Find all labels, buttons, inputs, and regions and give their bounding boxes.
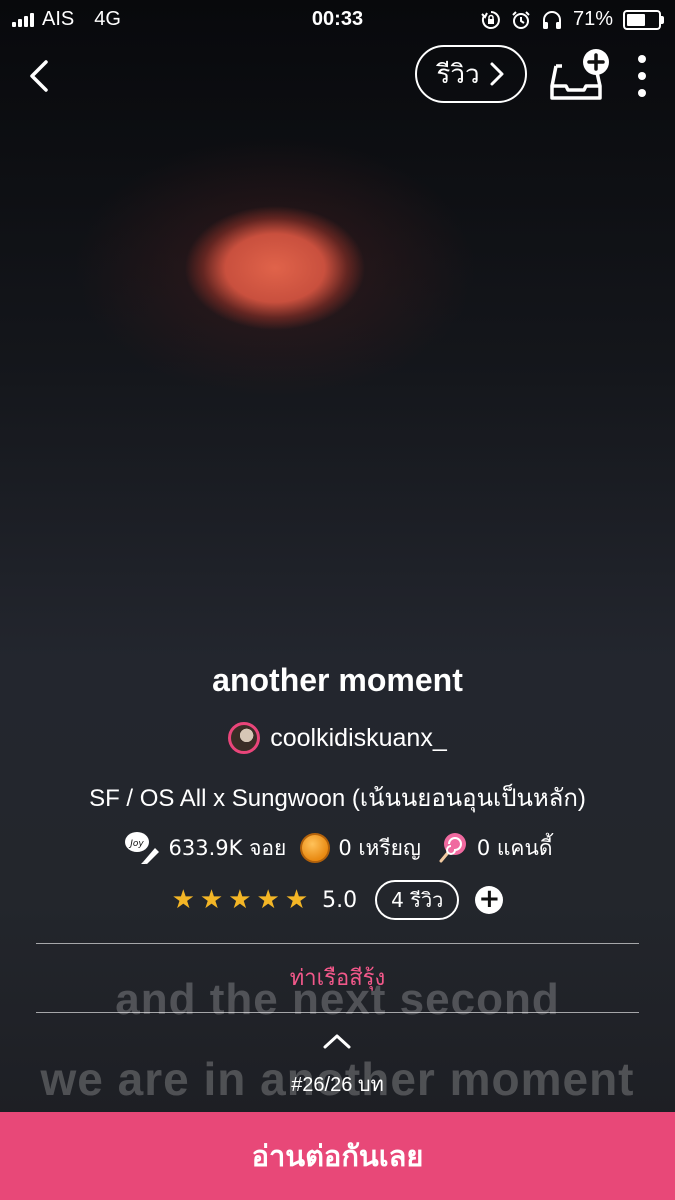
orientation-lock-icon [481,10,500,29]
rating-row: ★ ★ ★ ★ ★ 5.0 4 รีวิว + [0,880,675,920]
star-icon: ★ [171,885,195,915]
reads-count: 633.9K จอย [168,835,287,860]
add-to-library-icon[interactable] [548,46,612,102]
continue-reading-button[interactable]: อ่านต่อกันเลย [0,1112,675,1200]
coins-count: 0 เหรียญ [338,835,421,860]
joy-read-icon: Joy [124,832,159,864]
publisher-link[interactable]: ท่าเรือสีรุ้ง [0,960,675,995]
lollipop-icon [439,833,466,863]
headphones-icon [542,10,561,29]
battery-icon [623,9,664,30]
review-button-label: รีวิว [436,59,480,90]
review-count-button[interactable]: 4 รีวิว [375,880,460,920]
story-title: another moment [212,662,463,698]
review-button[interactable]: รีวิว [415,45,527,103]
continue-reading-label: อ่านต่อกันเลย [251,1139,424,1173]
star-icon: ★ [199,885,224,915]
svg-text:Joy: Joy [128,839,144,849]
divider-top [36,943,639,944]
add-review-icon[interactable]: + [475,886,504,914]
candies-stat: 0 แคนดี้ [435,831,553,865]
alarm-icon [512,10,530,29]
story-stats: Joy 633.9K จอย 0 เหรียญ 0 แคนดี้ [0,830,675,866]
coin-icon [300,833,331,863]
candies-count: 0 แคนดี้ [476,835,553,860]
divider-bottom [36,1012,639,1013]
author-name[interactable]: coolkidiskuanx_ [270,724,447,753]
battery-percent: 71% [572,8,613,30]
reads-stat: Joy 633.9K จอย [123,830,287,866]
rating-value: 5.0 [322,887,358,913]
author-row[interactable]: coolkidiskuanx_ [0,722,675,754]
star-icon: ★ [256,885,280,915]
coins-stat: 0 เหรียญ [300,832,421,865]
more-vertical-icon[interactable] [630,55,654,97]
story-genre: SF / OS All x Sungwoon (เน้นนยอนอุนเป็นห… [89,785,586,812]
chevron-up-icon[interactable] [322,1033,352,1049]
star-rating: ★ ★ ★ ★ ★ [172,885,309,915]
back-chevron-icon[interactable] [24,56,60,96]
chevron-right-icon [490,62,504,86]
chapter-count: #26/26 บท [291,1074,384,1096]
star-icon: ★ [228,885,252,915]
star-icon: ★ [284,885,309,915]
status-bar: AIS 4G 00:33 71% [0,0,675,38]
author-avatar[interactable] [228,722,261,754]
